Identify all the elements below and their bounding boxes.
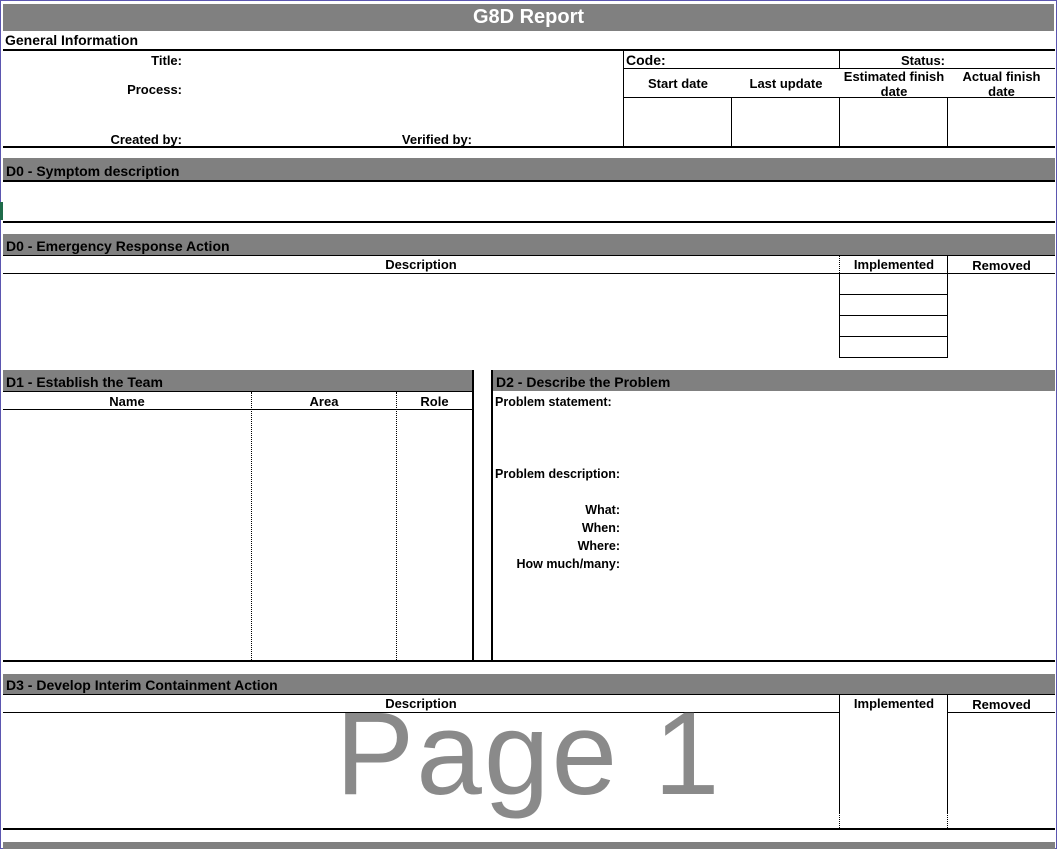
symptom-description-area[interactable]	[3, 182, 1055, 221]
d2-header: D2 - Describe the Problem	[496, 374, 671, 390]
d1-area-col: Area	[309, 394, 339, 409]
how-much-label: How much/many:	[516, 557, 621, 571]
divider	[3, 49, 1055, 51]
divider	[3, 146, 1055, 148]
last-update-cell[interactable]	[732, 98, 839, 146]
d3-implemented-area[interactable]	[840, 713, 947, 827]
d1-role-col: Role	[420, 394, 449, 409]
divider	[472, 370, 474, 661]
divider	[3, 660, 1055, 662]
row-marker	[0, 202, 3, 220]
d4-header-bar-partial	[3, 842, 1055, 849]
actual-finish-cell[interactable]	[948, 98, 1055, 146]
code-label: Code:	[626, 52, 666, 68]
d1-team-table-body[interactable]	[3, 410, 472, 660]
start-date-label: Start date	[648, 76, 708, 91]
d0-emergency-description-area[interactable]	[3, 274, 839, 358]
d0-emergency-header: D0 - Emergency Response Action	[6, 238, 230, 254]
estimated-finish-line1: Estimated finish	[843, 69, 945, 84]
d1-header: D1 - Establish the Team	[6, 374, 163, 390]
implemented-checkbox-3[interactable]	[839, 315, 948, 337]
divider	[3, 391, 473, 392]
report-title-bar: G8D Report	[3, 4, 1054, 31]
general-info-header: General Information	[5, 32, 139, 48]
implemented-checkbox-1[interactable]	[839, 273, 948, 295]
title-label: Title:	[151, 53, 182, 68]
start-date-cell[interactable]	[624, 98, 731, 146]
d3-removed-col: Removed	[972, 697, 1031, 712]
report-title: G8D Report	[472, 6, 585, 28]
divider	[491, 370, 493, 661]
implemented-checkbox-4[interactable]	[839, 336, 948, 358]
d0-symptom-header-bar: D0 - Symptom description	[3, 158, 1055, 180]
where-label: Where:	[577, 539, 620, 553]
actual-finish-label: Actual finish date	[948, 69, 1055, 99]
d3-implemented-col: Implemented	[853, 696, 935, 711]
actual-finish-line1: Actual finish	[962, 69, 1041, 84]
process-label: Process:	[127, 82, 182, 97]
what-label: What:	[585, 503, 620, 517]
d3-header: D3 - Develop Interim Containment Action	[6, 677, 278, 693]
implemented-checkbox-2[interactable]	[839, 294, 948, 316]
d0-description-col: Description	[385, 257, 457, 272]
d3-header-bar: D3 - Develop Interim Containment Action	[3, 674, 1055, 694]
last-update-label: Last update	[749, 76, 823, 91]
when-label: When:	[581, 521, 620, 535]
problem-statement-label: Problem statement:	[495, 395, 612, 409]
problem-description-label: Problem description:	[495, 467, 621, 481]
verified-by-label: Verified by:	[401, 132, 472, 147]
d3-removed-area[interactable]	[948, 713, 1055, 827]
divider	[3, 255, 1055, 256]
d0-implemented-col: Implemented	[853, 257, 935, 272]
d3-description-col: Description	[385, 696, 457, 711]
d1-header-bar: D1 - Establish the Team	[3, 370, 472, 391]
d1-name-col: Name	[109, 394, 145, 409]
estimated-finish-cell[interactable]	[840, 98, 947, 146]
divider	[3, 828, 1055, 830]
created-by-label: Created by:	[110, 132, 182, 147]
d0-emergency-header-bar: D0 - Emergency Response Action	[3, 234, 1055, 255]
d0-symptom-header: D0 - Symptom description	[6, 163, 180, 179]
divider	[3, 221, 1055, 223]
estimated-finish-label: Estimated finish date	[840, 69, 948, 99]
divider	[3, 694, 1055, 695]
d2-header-bar: D2 - Describe the Problem	[493, 370, 1055, 391]
d0-removed-col: Removed	[972, 258, 1031, 273]
status-label: Status:	[900, 53, 945, 68]
d3-description-area[interactable]	[3, 713, 839, 827]
